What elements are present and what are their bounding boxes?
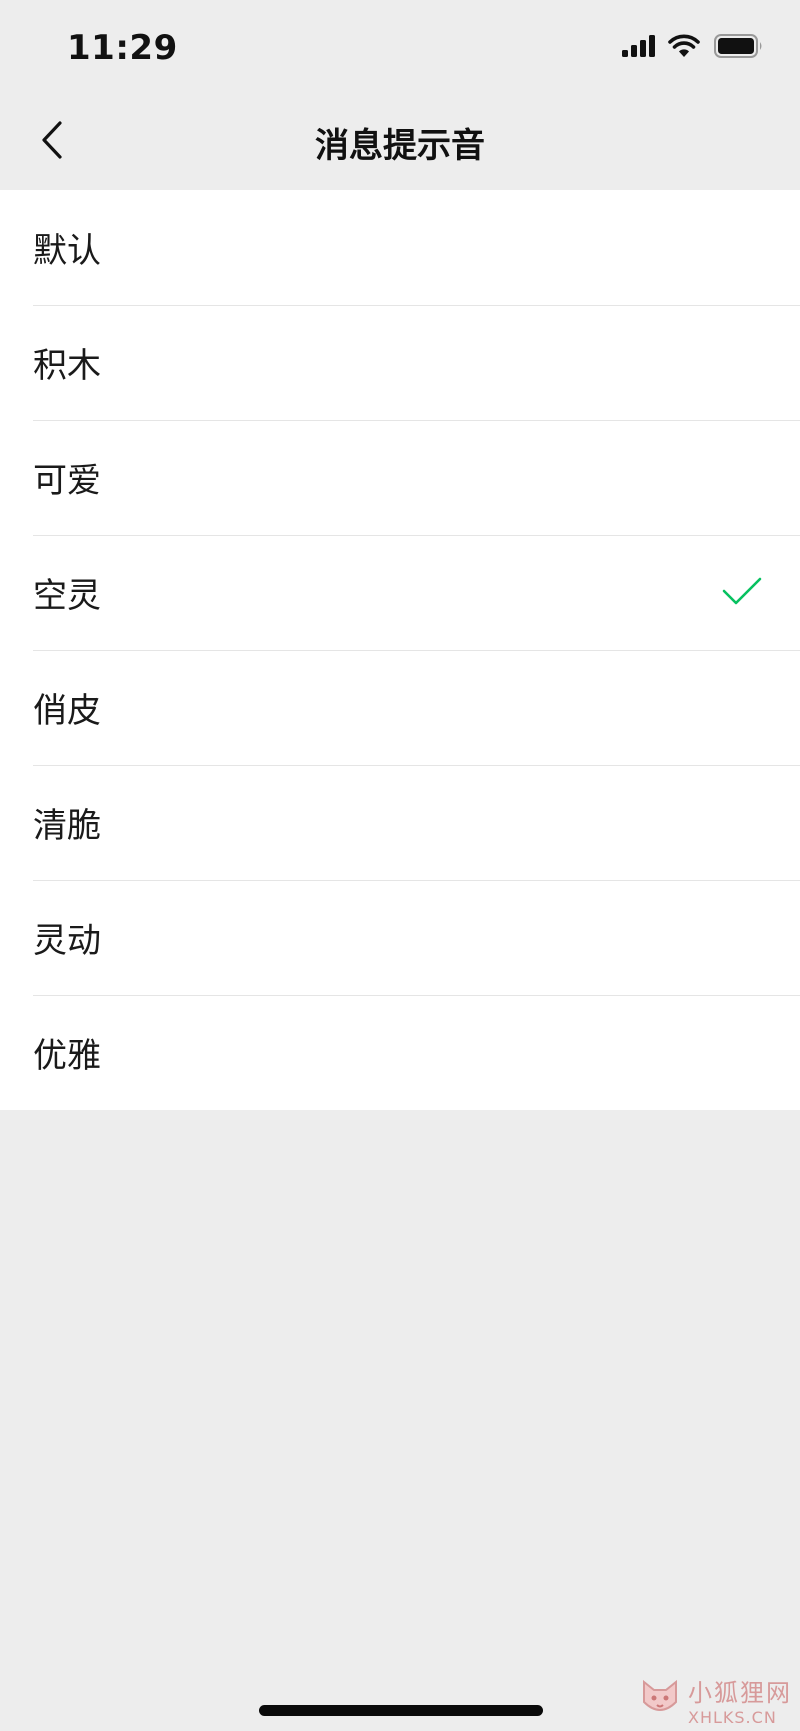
list-item[interactable]: 灵动 bbox=[0, 880, 800, 995]
list-item[interactable]: 俏皮 bbox=[0, 650, 800, 765]
sound-label: 优雅 bbox=[33, 1036, 101, 1076]
sound-label: 可爱 bbox=[33, 461, 101, 501]
sound-label: 清脆 bbox=[33, 806, 101, 846]
list-item[interactable]: 清脆 bbox=[0, 765, 800, 880]
sound-list: 默认 积木 可爱 空灵 俏皮 清脆 灵动 优雅 bbox=[0, 190, 800, 1110]
screen: 11:29 消息提示音 默认 积木 可爱 空灵 俏皮 清脆 灵动 优雅 小狐狸网… bbox=[0, 0, 800, 1731]
status-bar: 11:29 bbox=[0, 0, 800, 96]
checkmark-icon bbox=[722, 577, 762, 609]
nav-bar: 消息提示音 bbox=[0, 96, 800, 190]
sound-label: 默认 bbox=[33, 231, 101, 271]
fox-logo-icon bbox=[638, 1676, 682, 1724]
list-item[interactable]: 可爱 bbox=[0, 420, 800, 535]
wifi-icon bbox=[668, 34, 700, 58]
home-indicator[interactable] bbox=[259, 1705, 543, 1716]
watermark-text: 小狐狸网 XHLKS.CN bbox=[688, 1673, 792, 1727]
watermark-name: 小狐狸网 bbox=[688, 1679, 792, 1707]
status-icons bbox=[622, 34, 764, 58]
battery-icon bbox=[714, 34, 764, 58]
sound-label: 灵动 bbox=[33, 921, 101, 961]
page-title: 消息提示音 bbox=[315, 126, 485, 166]
list-item[interactable]: 积木 bbox=[0, 305, 800, 420]
sound-label: 积木 bbox=[33, 346, 101, 386]
list-item[interactable]: 优雅 bbox=[0, 995, 800, 1110]
cellular-signal-icon bbox=[622, 35, 656, 57]
sound-label: 俏皮 bbox=[33, 691, 101, 731]
list-item[interactable]: 默认 bbox=[0, 190, 800, 305]
list-item[interactable]: 空灵 bbox=[0, 535, 800, 650]
watermark: 小狐狸网 XHLKS.CN bbox=[638, 1673, 792, 1727]
sound-label: 空灵 bbox=[33, 576, 101, 616]
status-time: 11:29 bbox=[67, 28, 178, 68]
watermark-domain: XHLKS.CN bbox=[688, 1708, 777, 1727]
